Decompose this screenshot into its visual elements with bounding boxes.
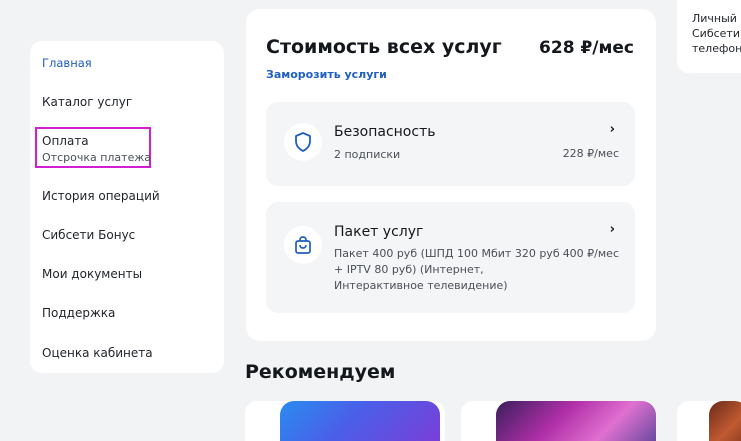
service-name: Пакет услуг <box>334 224 424 240</box>
recommend-card[interactable] <box>677 401 741 441</box>
recommend-image <box>496 401 656 441</box>
sidebar-item-bonus[interactable]: Сибсети Бонус <box>42 228 135 242</box>
service-subtitle-line-3: Интерактивное телевидение) <box>334 279 508 292</box>
promo-line: Личный к <box>692 12 741 25</box>
sidebar-item-catalog[interactable]: Каталог услуг <box>42 95 132 109</box>
service-subtitle-line-1: Пакет 400 руб (ШПД 100 Мбит 320 руб <box>334 247 560 260</box>
services-cost-card: Стоимость всех услуг 628 ₽/мес Заморозит… <box>246 9 656 341</box>
chevron-right-icon: › <box>609 222 615 237</box>
sidebar-item-support[interactable]: Поддержка <box>42 306 115 320</box>
sidebar-subitem-deferred-payment[interactable]: Отсрочка платежа <box>42 151 151 164</box>
recommend-image <box>280 401 440 441</box>
sidebar-item-history[interactable]: История операций <box>42 189 160 203</box>
shield-icon <box>284 123 322 161</box>
sidebar-item-home[interactable]: Главная <box>42 56 92 70</box>
sidebar-nav: Главная Каталог услуг Оплата Отсрочка пл… <box>30 41 224 373</box>
total-cost: 628 ₽/мес <box>539 38 634 58</box>
promo-line: Сибсети <box>692 27 740 40</box>
service-price: 228 ₽/мес <box>562 147 619 160</box>
freeze-services-link[interactable]: Заморозить услуги <box>266 68 387 81</box>
service-subtitle-line-2: + IPTV 80 руб) (Интернет, <box>334 263 484 276</box>
sidebar-item-rating[interactable]: Оценка кабинета <box>42 346 153 360</box>
recommend-heading: Рекомендуем <box>245 361 396 383</box>
service-price: 400 ₽/мес <box>562 247 619 260</box>
promo-side-card[interactable]: Личный к Сибсети телефон <box>677 0 741 73</box>
promo-line: телефон <box>692 42 741 55</box>
service-subtitle: 2 подписки <box>334 148 401 161</box>
sidebar-item-documents[interactable]: Мои документы <box>42 267 142 281</box>
chevron-right-icon: › <box>609 122 615 137</box>
recommend-card[interactable] <box>461 401 656 441</box>
recommend-card[interactable] <box>245 401 445 441</box>
service-security[interactable]: Безопасность 2 подписки 228 ₽/мес › <box>266 102 635 186</box>
service-package[interactable]: Пакет услуг Пакет 400 руб (ШПД 100 Мбит … <box>266 202 635 313</box>
shopping-bag-icon <box>284 226 322 264</box>
sidebar-item-payment[interactable]: Оплата <box>42 134 89 148</box>
page-title: Стоимость всех услуг <box>266 36 502 58</box>
service-name: Безопасность <box>334 124 436 140</box>
recommend-image <box>709 401 741 441</box>
